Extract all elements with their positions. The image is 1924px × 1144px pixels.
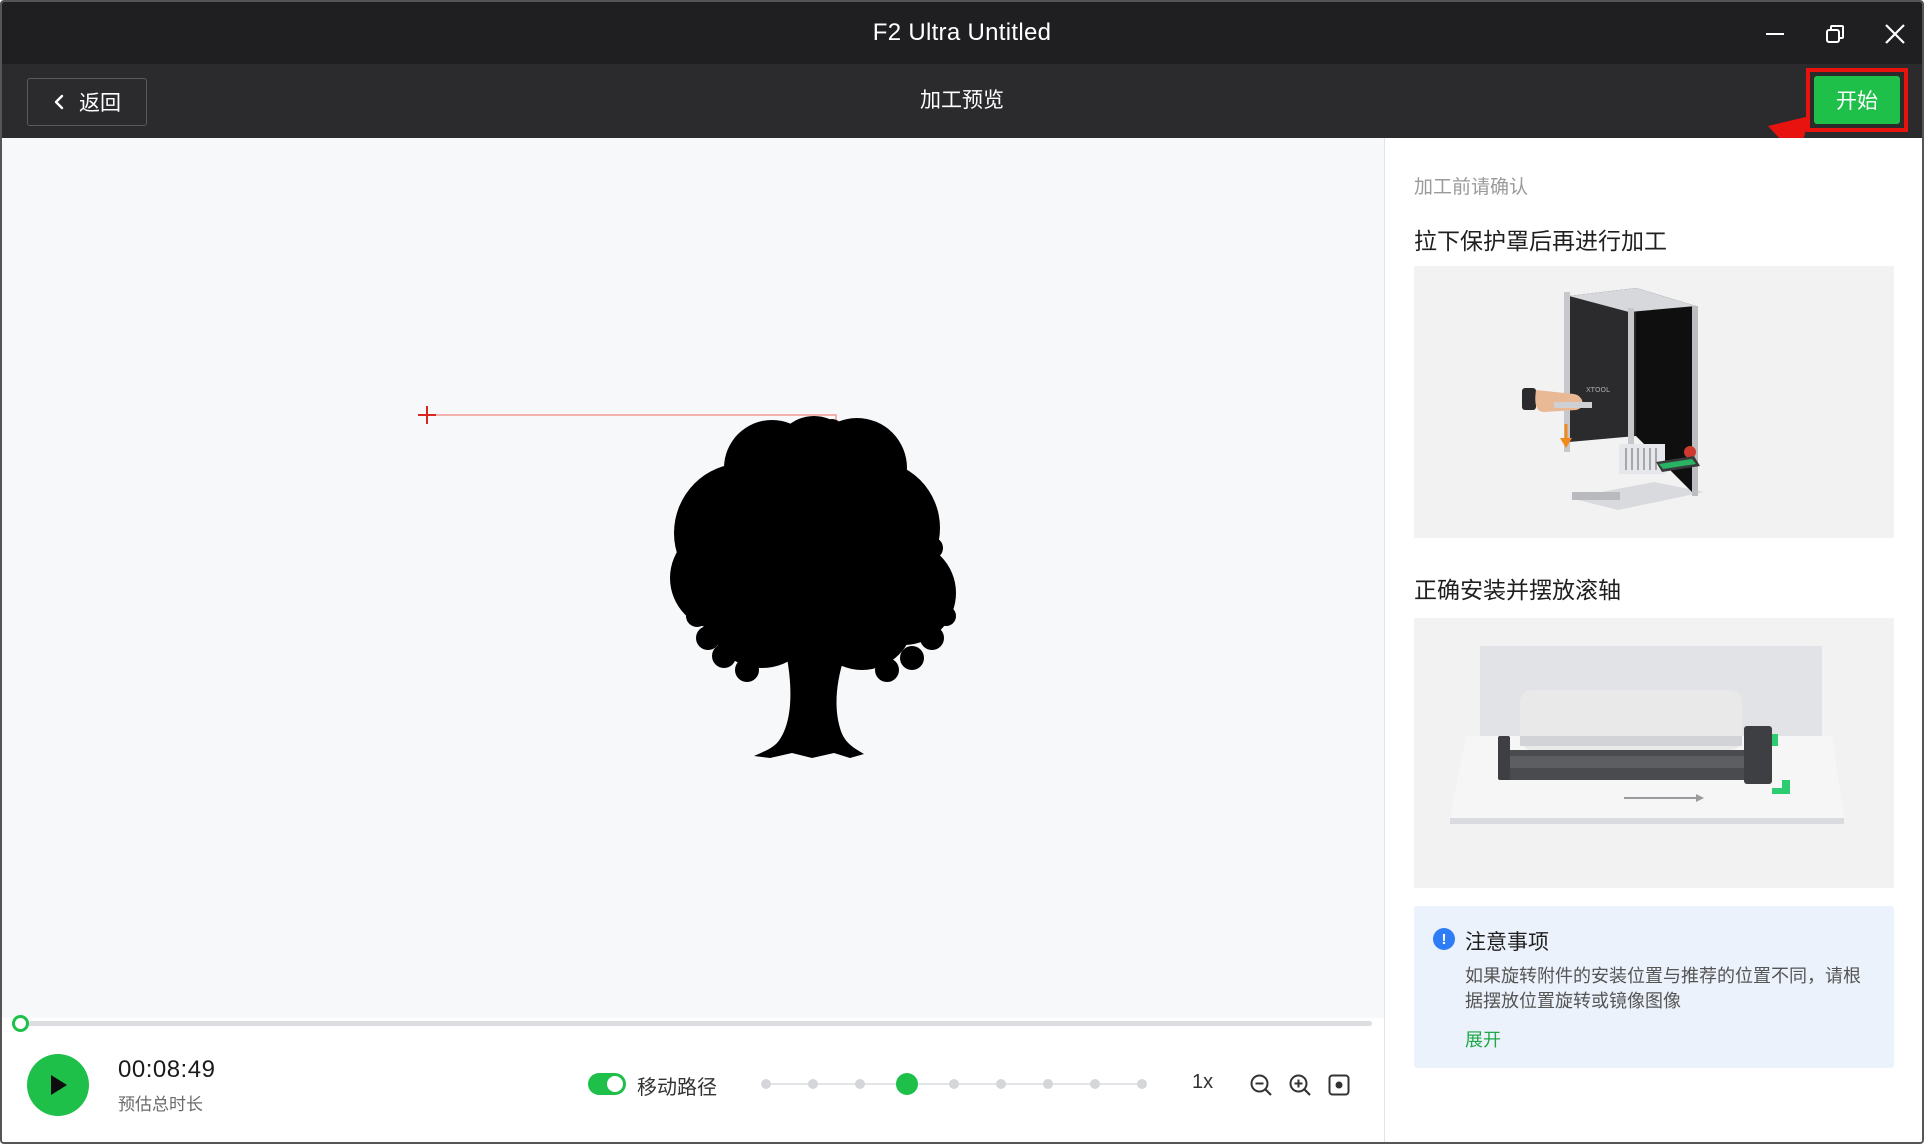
notice-title: 注意事项 [1465,931,1549,954]
crosshair-icon [418,406,436,424]
progress-track[interactable] [20,1021,1372,1026]
preview-canvas[interactable] [2,138,1384,1018]
speed-step-dot[interactable] [1090,1079,1100,1089]
fit-view-icon[interactable] [1326,1072,1352,1098]
lower-lid-illustration: XTOOL [1414,266,1894,538]
info-icon: ! [1433,928,1455,950]
speed-step-dot[interactable] [996,1079,1006,1089]
estimated-time-value: 00:08:49 [118,1056,216,1083]
speed-step-dot[interactable] [761,1079,771,1089]
restore-icon[interactable] [1813,12,1857,56]
speed-step-dot[interactable] [1137,1079,1147,1089]
speed-value: 1x [1192,1071,1214,1093]
speed-step-dot[interactable] [1043,1079,1053,1089]
zoom-in-icon[interactable] [1287,1072,1313,1098]
speed-step-dot[interactable] [855,1079,865,1089]
progress-knob[interactable] [12,1015,29,1032]
expand-link[interactable]: 展开 [1465,1026,1501,1052]
minimize-icon[interactable] [1753,12,1797,56]
play-icon [51,1075,67,1095]
notice-body: 如果旋转附件的安装位置与推荐的位置不同，请根据摆放位置旋转或镜像图像 [1465,966,1861,1011]
window-title: F2 Ultra Untitled [872,19,1052,46]
title-bar: F2 Ultra Untitled [2,2,1922,64]
speed-slider-knob[interactable] [896,1073,918,1095]
move-path-label: 移动路径 [637,1077,717,1099]
close-icon[interactable] [1873,12,1917,56]
speed-step-dot[interactable] [808,1079,818,1089]
svg-text:XTOOL: XTOOL [1586,386,1610,394]
tree-silhouette [670,416,956,758]
page-title: 加工预览 [920,89,1004,112]
speed-slider[interactable] [758,1073,1150,1095]
play-button[interactable] [27,1054,89,1116]
roller-setup-illustration [1414,618,1894,888]
speed-step-dot[interactable] [949,1079,959,1089]
toolbar: 返回 加工预览 开始 [2,64,1922,138]
preview-drawing [418,406,956,758]
step2-title: 正确安装并摆放滚轴 [1414,577,1621,603]
move-path-toggle[interactable] [588,1073,626,1095]
estimated-time-label: 预估总时长 [118,1095,203,1114]
app-window: F2 Ultra Untitled 返回 加工预览 开始 00:08:49 预估… [0,0,1924,1144]
step1-title: 拉下保护罩后再进行加工 [1414,228,1667,254]
confirm-hint: 加工前请确认 [1414,177,1529,198]
zoom-out-icon[interactable] [1248,1072,1274,1098]
